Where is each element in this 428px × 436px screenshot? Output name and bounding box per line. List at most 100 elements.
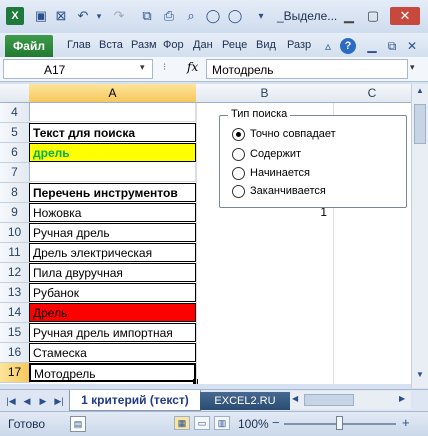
column-header-c[interactable]: C [333, 84, 412, 103]
tab-review[interactable]: Реце [222, 39, 247, 51]
zoom-level[interactable]: 100% [238, 417, 269, 431]
name-box[interactable]: A17 ▾ [3, 59, 153, 79]
tab-insert[interactable]: Вста [99, 39, 123, 51]
cell-a7[interactable] [29, 163, 196, 182]
row-header[interactable]: 16 [0, 343, 30, 363]
row-header[interactable]: 15 [0, 323, 30, 343]
last-sheet-icon[interactable]: ▶| [52, 394, 66, 408]
hscroll-thumb[interactable] [304, 394, 354, 406]
minimize-workbook-icon[interactable]: ▁ [364, 38, 380, 54]
scroll-right-icon[interactable]: ▶ [399, 394, 405, 403]
cell-a8-list-header[interactable]: Перечень инструментов [29, 183, 196, 202]
list-item[interactable]: Ножовка [29, 203, 196, 222]
row-header[interactable]: 13 [0, 283, 30, 303]
zoom-slider-thumb[interactable] [336, 416, 343, 430]
radio-label[interactable]: Заканчивается [250, 185, 326, 197]
tab-home[interactable]: Глав [67, 39, 91, 51]
print-icon[interactable]: ⎙ [160, 7, 178, 25]
row-header[interactable]: 4 [0, 103, 30, 123]
radio-label[interactable]: Точно совпадает [250, 128, 336, 140]
save-icon[interactable]: ▣ [32, 7, 50, 25]
scroll-up-icon[interactable]: ▲ [414, 86, 426, 100]
ribbon-tabs: Файл Глав Вста Разм Фор Дан Реце Вид Раз… [0, 33, 428, 58]
scroll-down-icon[interactable]: ▼ [414, 370, 426, 384]
close-icon[interactable]: ✕ [390, 7, 420, 25]
formula-input[interactable]: Мотодрель [206, 59, 408, 79]
vertical-scrollbar[interactable]: ▲ ▼ [411, 84, 428, 388]
group-title: Тип поиска [228, 108, 291, 120]
radio-exact[interactable] [232, 128, 245, 141]
row-header-selected[interactable]: 17 [0, 363, 30, 383]
restore-workbook-icon[interactable]: ⧉ [384, 38, 400, 54]
status-bar: Готово ▤ ▦ ▭ ▥ 100% − + [0, 411, 428, 436]
row-header[interactable]: 6 [0, 143, 30, 163]
tab-developer[interactable]: Разр [287, 39, 311, 51]
column-header-a[interactable]: A [29, 84, 197, 103]
scroll-left-icon[interactable]: ◀ [292, 394, 298, 403]
tab-data[interactable]: Дан [193, 39, 213, 51]
minimize-icon[interactable]: ▁ [340, 7, 358, 25]
cell-a6-search-value[interactable]: дрель [29, 143, 196, 162]
radio-label[interactable]: Начинается [250, 167, 310, 179]
redo-icon[interactable]: ↷ [110, 7, 128, 25]
row-header[interactable]: 9 [0, 203, 30, 223]
excel-logo-icon[interactable]: X [6, 7, 24, 25]
list-item[interactable]: Стамеска [29, 343, 196, 362]
circle-icon[interactable]: ◯ [226, 7, 244, 25]
insert-function-icon[interactable]: fx [187, 60, 198, 74]
undo-dropdown-icon[interactable]: ▾ [90, 7, 108, 25]
radio-starts[interactable] [232, 167, 245, 180]
list-item[interactable]: Дрель электрическая [29, 243, 196, 262]
row-header[interactable]: 7 [0, 163, 30, 183]
tab-formulas[interactable]: Фор [163, 39, 184, 51]
maximize-icon[interactable]: ▢ [364, 7, 382, 25]
tab-view[interactable]: Вид [256, 39, 276, 51]
row-header[interactable]: 11 [0, 243, 30, 263]
customize-dropdown-icon[interactable]: ▾ [252, 7, 270, 25]
page-layout-view-icon[interactable]: ▭ [194, 416, 210, 430]
select-all-corner[interactable] [0, 84, 30, 103]
row-header[interactable]: 12 [0, 263, 30, 283]
row-header[interactable]: 5 [0, 123, 30, 143]
radio-ends[interactable] [232, 185, 245, 198]
list-item[interactable]: Ручная дрель [29, 223, 196, 242]
first-sheet-icon[interactable]: |◀ [4, 394, 18, 408]
sheet-tab-active[interactable]: 1 критерий (текст) [69, 390, 201, 411]
name-box-dropdown-icon[interactable]: ▾ [140, 62, 145, 73]
tab-page-layout[interactable]: Разм [131, 39, 157, 51]
row-header[interactable]: 10 [0, 223, 30, 243]
zoom-in-icon[interactable]: + [402, 415, 410, 430]
tab-file[interactable]: Файл [5, 35, 53, 57]
next-sheet-icon[interactable]: ▶ [36, 394, 50, 408]
list-item[interactable]: Рубанок [29, 283, 196, 302]
cell-a5-search-label[interactable]: Текст для поиска [29, 123, 196, 142]
close-file-icon[interactable]: ⊠ [52, 7, 70, 25]
title-bar: X ▣ ⊠ ↶ ▾ ↷ ⧉ ⎙ ⌕ ◯ ◯ ▾ _Выделе... ▁ ▢ ✕ [0, 0, 428, 34]
zoom-out-icon[interactable]: − [272, 415, 280, 430]
row-header[interactable]: 8 [0, 183, 30, 203]
normal-view-icon[interactable]: ▦ [174, 416, 190, 430]
close-workbook-icon[interactable]: ✕ [404, 38, 420, 54]
column-header-b[interactable]: B [196, 84, 334, 103]
circle-icon[interactable]: ◯ [204, 7, 222, 25]
ribbon-collapse-icon[interactable]: ▵ [320, 38, 336, 54]
radio-label[interactable]: Содержит [250, 148, 301, 160]
cell-a4[interactable] [29, 103, 196, 122]
horizontal-scrollbar[interactable]: ◀ ▶ [290, 391, 411, 409]
prev-sheet-icon[interactable]: ◀ [20, 394, 34, 408]
list-item[interactable]: Пила двуручная [29, 263, 196, 282]
save-all-icon[interactable]: ⧉ [138, 7, 156, 25]
list-item[interactable]: Ручная дрель импортная [29, 323, 196, 342]
row-header[interactable]: 14 [0, 303, 30, 323]
zoom-icon[interactable]: ⌕ [182, 7, 200, 25]
sheet-tab-excel2[interactable]: EXCEL2.RU [200, 392, 290, 410]
page-break-view-icon[interactable]: ▥ [214, 416, 230, 430]
scroll-thumb[interactable] [414, 104, 426, 144]
list-item-highlighted[interactable]: Дрель [29, 303, 196, 322]
gridline [196, 103, 197, 384]
radio-contains[interactable] [232, 148, 245, 161]
expand-formula-bar-icon[interactable]: ▾ [410, 62, 415, 73]
help-icon[interactable]: ? [340, 38, 356, 54]
macro-record-icon[interactable]: ▤ [70, 416, 86, 432]
list-item-active-cell[interactable]: Мотодрель [29, 363, 196, 382]
